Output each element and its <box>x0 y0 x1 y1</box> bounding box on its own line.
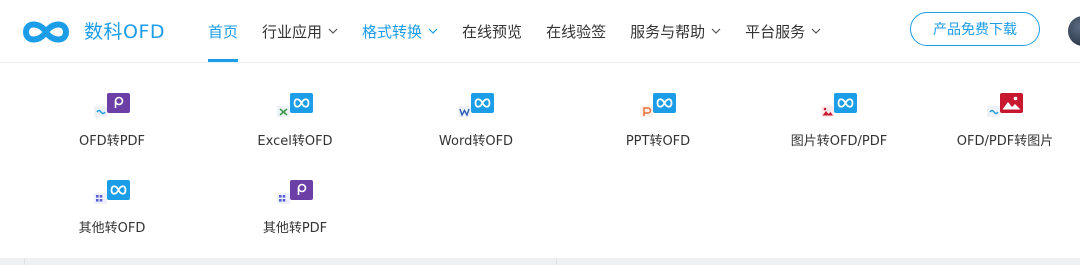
convert-excel-to-ofd[interactable]: Excel转OFD <box>205 63 385 149</box>
nav-industry-label: 行业应用 <box>262 22 323 41</box>
ofd-to-pdf-icon <box>94 93 130 117</box>
ppt-to-ofd-icon <box>640 93 676 117</box>
convert-label: 其他转OFD <box>78 221 146 236</box>
infinity-logo-icon <box>23 21 69 43</box>
nav-service-help-label: 服务与帮助 <box>630 22 706 41</box>
nav-online-preview-label: 在线预览 <box>462 22 523 41</box>
nav-format-convert-label: 格式转换 <box>362 22 423 41</box>
nav-online-preview[interactable]: 在线预览 <box>450 0 534 62</box>
nav-home[interactable]: 首页 <box>196 0 250 62</box>
ofd-pdf-to-image-icon <box>987 93 1023 117</box>
convert-other-to-pdf[interactable]: 其他转PDF <box>205 150 385 236</box>
brand-name: 数科OFD <box>84 21 166 43</box>
chevron-down-icon <box>811 28 821 34</box>
convert-label: OFD/PDF转图片 <box>956 134 1054 149</box>
user-avatar[interactable] <box>1068 16 1080 46</box>
divider <box>24 258 25 265</box>
convert-ofd-to-pdf[interactable]: OFD转PDF <box>22 63 202 149</box>
other-to-pdf-icon <box>277 180 313 204</box>
top-header: 数科OFD 首页 行业应用 格式转换 在线预览 在线验签 服务与帮助 平台服务 <box>0 0 1080 63</box>
convert-label: Excel转OFD <box>257 134 333 149</box>
other-to-ofd-icon <box>94 180 130 204</box>
nav-format-convert[interactable]: 格式转换 <box>350 0 450 62</box>
convert-ppt-to-ofd[interactable]: PPT转OFD <box>568 63 748 149</box>
active-indicator <box>208 59 239 62</box>
main-nav: 首页 行业应用 格式转换 在线预览 在线验签 服务与帮助 平台服务 <box>196 0 833 62</box>
convert-label: 图片转OFD/PDF <box>790 134 888 149</box>
convert-label: OFD转PDF <box>78 134 146 149</box>
convert-ofd-pdf-to-image[interactable]: OFD/PDF转图片 <box>930 63 1080 149</box>
nav-industry[interactable]: 行业应用 <box>250 0 350 62</box>
page-background-strip <box>0 258 1080 265</box>
convert-word-to-ofd[interactable]: Word转OFD <box>386 63 566 149</box>
image-to-ofd-icon <box>821 93 857 117</box>
format-convert-dropdown: OFD转PDF Excel转OFD Word转OFD PPT转OFD 图片转OF… <box>0 63 1080 258</box>
chevron-down-icon <box>711 28 721 34</box>
free-download-button[interactable]: 产品免费下载 <box>910 12 1040 46</box>
nav-platform[interactable]: 平台服务 <box>733 0 833 62</box>
convert-image-to-ofd[interactable]: 图片转OFD/PDF <box>749 63 929 149</box>
convert-label: 其他转PDF <box>262 221 328 236</box>
nav-home-label: 首页 <box>208 22 239 41</box>
convert-label: PPT转OFD <box>625 134 691 149</box>
brand-logo[interactable]: 数科OFD <box>20 17 165 47</box>
chevron-down-icon <box>428 28 438 34</box>
convert-label: Word转OFD <box>438 134 514 149</box>
convert-other-to-ofd[interactable]: 其他转OFD <box>22 150 202 236</box>
nav-service-help[interactable]: 服务与帮助 <box>618 0 733 62</box>
chevron-down-icon <box>328 28 338 34</box>
excel-to-ofd-icon <box>277 93 313 117</box>
nav-online-verify[interactable]: 在线验签 <box>534 0 618 62</box>
nav-platform-label: 平台服务 <box>745 22 806 41</box>
nav-online-verify-label: 在线验签 <box>546 22 607 41</box>
divider <box>556 258 557 265</box>
word-to-ofd-icon <box>458 93 494 117</box>
